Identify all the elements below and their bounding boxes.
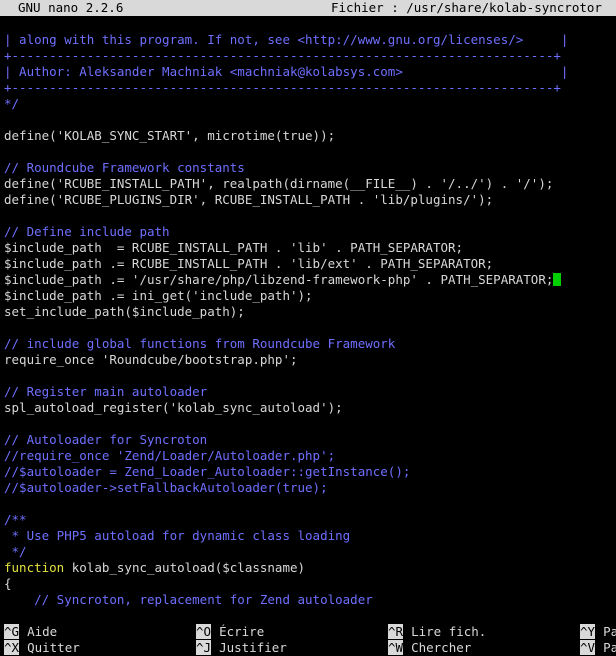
shortcut-label: Chercher	[411, 640, 472, 655]
shortcut-pa[interactable]: ^Y Pa	[580, 624, 616, 640]
code-comment: */	[4, 96, 20, 111]
code-text: spl_autoload_register('kolab_sync_autolo…	[4, 400, 343, 415]
shortcut-label: Écrire	[219, 624, 265, 639]
code-line[interactable]	[4, 112, 616, 128]
code-line[interactable]: require_once 'Roundcube/bootstrap.php';	[4, 352, 616, 368]
code-line[interactable]: //$autoloader->setFallbackAutoloader(tru…	[4, 480, 616, 496]
code-line[interactable]: // Roundcube Framework constants	[4, 160, 616, 176]
file-path: Fichier : /usr/share/kolab-syncrotor	[331, 0, 602, 15]
code-line[interactable]: +---------------------------------------…	[4, 48, 616, 64]
shortcut-key: ^Y	[580, 624, 596, 639]
code-comment: */	[4, 544, 27, 559]
shortcut-bar: ^G Aide ^X Quitter ^O Écrire ^J Justifier ^R Lire…	[0, 624, 616, 656]
code-line[interactable]: {	[4, 576, 616, 592]
title-bar: GNU nano 2.2.6 Fichier : /usr/share/kola…	[0, 0, 616, 16]
shortcut-key: ^X	[4, 640, 20, 655]
code-text: $include_path .= ini_get('include_path')…	[4, 288, 313, 303]
code-line[interactable]: spl_autoload_register('kolab_sync_autolo…	[4, 400, 616, 416]
code-line[interactable]: +---------------------------------------…	[4, 80, 616, 96]
shortcut-key: ^W	[388, 640, 404, 655]
code-comment: +---------------------------------------…	[4, 80, 561, 95]
shortcut-key: ^R	[388, 624, 404, 639]
shortcut-aide[interactable]: ^G Aide	[4, 624, 57, 640]
code-line[interactable]: | along with this program. If not, see <…	[4, 32, 616, 48]
shortcut-key: ^J	[196, 640, 212, 655]
code-comment: // Syncroton, replacement for Zend autol…	[4, 592, 373, 607]
shortcut-label: Pa	[603, 624, 616, 639]
code-comment: //require_once 'Zend/Loader/Autoloader.p…	[4, 448, 336, 463]
code-comment: // include global functions from Roundcu…	[4, 336, 396, 351]
shortcut-key: ^G	[4, 624, 20, 639]
code-line[interactable]	[4, 416, 616, 432]
code-text: set_include_path($include_path);	[4, 304, 245, 319]
shortcut-key: ^O	[196, 624, 212, 639]
code-keyword: function	[4, 560, 65, 575]
code-line[interactable]: $include_path .= RCUBE_INSTALL_PATH . 'l…	[4, 256, 616, 272]
code-text: define('RCUBE_PLUGINS_DIR', RCUBE_INSTAL…	[4, 192, 494, 207]
code-line[interactable]: */	[4, 96, 616, 112]
shortcut-label: Quitter	[27, 640, 80, 655]
shortcut-lire-fich-[interactable]: ^R Lire fich.	[388, 624, 486, 640]
code-line[interactable]: $include_path .= '/usr/share/php/libzend…	[4, 272, 616, 288]
code-line[interactable]: define('RCUBE_PLUGINS_DIR', RCUBE_INSTAL…	[4, 192, 616, 208]
code-line[interactable]: // Register main autoloader	[4, 384, 616, 400]
code-line[interactable]: // Autoloader for Syncroton	[4, 432, 616, 448]
shortcut-label: Aide	[27, 624, 58, 639]
code-text: kolab_sync_autoload($classname)	[64, 560, 306, 575]
code-text: define('RCUBE_INSTALL_PATH', realpath(di…	[4, 176, 554, 191]
code-line[interactable]: define('KOLAB_SYNC_START', microtime(tru…	[4, 128, 616, 144]
shortcut-label: Justifier	[219, 640, 287, 655]
shortcut--crire[interactable]: ^O Écrire	[196, 624, 264, 640]
code-text: $include_path = RCUBE_INSTALL_PATH . 'li…	[4, 240, 464, 255]
code-line[interactable]: $include_path = RCUBE_INSTALL_PATH . 'li…	[4, 240, 616, 256]
code-line[interactable]: // include global functions from Roundcu…	[4, 336, 616, 352]
code-comment: +---------------------------------------…	[4, 48, 561, 63]
code-line[interactable]: set_include_path($include_path);	[4, 304, 616, 320]
code-comment: // Register main autoloader	[4, 384, 208, 399]
code-comment: // Autoloader for Syncroton	[4, 432, 208, 447]
code-text: require_once 'Roundcube/bootstrap.php';	[4, 352, 298, 367]
code-comment: //$autoloader->setFallbackAutoloader(tru…	[4, 480, 328, 495]
code-line[interactable]: * Use PHP5 autoload for dynamic class lo…	[4, 528, 616, 544]
code-comment: // Roundcube Framework constants	[4, 160, 245, 175]
code-line[interactable]: define('RCUBE_INSTALL_PATH', realpath(di…	[4, 176, 616, 192]
code-comment: | along with this program. If not, see <…	[4, 32, 569, 47]
code-line[interactable]	[4, 320, 616, 336]
code-comment: * Use PHP5 autoload for dynamic class lo…	[4, 528, 351, 543]
code-line[interactable]: $include_path .= ini_get('include_path')…	[4, 288, 616, 304]
code-text: $include_path .= '/usr/share/php/libzend…	[4, 272, 554, 287]
code-comment: | Author: Aleksander Machniak <machniak@…	[4, 64, 569, 79]
code-comment: // Define include path	[4, 224, 170, 239]
shortcut-chercher[interactable]: ^W Chercher	[388, 640, 471, 656]
shortcut-label: Pa	[603, 640, 616, 655]
code-line[interactable]: //$autoloader = Zend_Loader_Autoloader::…	[4, 464, 616, 480]
text-cursor	[553, 273, 562, 286]
code-text: define('KOLAB_SYNC_START', microtime(tru…	[4, 128, 336, 143]
code-line[interactable]: // Syncroton, replacement for Zend autol…	[4, 592, 616, 608]
code-line[interactable]: // Define include path	[4, 224, 616, 240]
shortcut-label: Lire fich.	[411, 624, 487, 639]
code-line[interactable]	[4, 144, 616, 160]
code-line[interactable]: | Author: Aleksander Machniak <machniak@…	[4, 64, 616, 80]
shortcut-key: ^V	[580, 640, 596, 655]
code-line[interactable]: //require_once 'Zend/Loader/Autoloader.p…	[4, 448, 616, 464]
code-text: {	[4, 576, 12, 591]
code-line[interactable]	[4, 496, 616, 512]
code-line[interactable]: function kolab_sync_autoload($classname)	[4, 560, 616, 576]
shortcut-justifier[interactable]: ^J Justifier	[196, 640, 287, 656]
code-line[interactable]: /**	[4, 512, 616, 528]
shortcut-pa[interactable]: ^V Pa	[580, 640, 616, 656]
code-line[interactable]	[4, 368, 616, 384]
code-text: $include_path .= RCUBE_INSTALL_PATH . 'l…	[4, 256, 494, 271]
editor-area[interactable]: | along with this program. If not, see <…	[4, 32, 616, 608]
code-line[interactable]	[4, 208, 616, 224]
code-comment: //$autoloader = Zend_Loader_Autoloader::…	[4, 464, 411, 479]
app-name: GNU nano 2.2.6	[18, 0, 124, 15]
code-line[interactable]: */	[4, 544, 616, 560]
shortcut-quitter[interactable]: ^X Quitter	[4, 640, 80, 656]
code-comment: /**	[4, 512, 27, 527]
